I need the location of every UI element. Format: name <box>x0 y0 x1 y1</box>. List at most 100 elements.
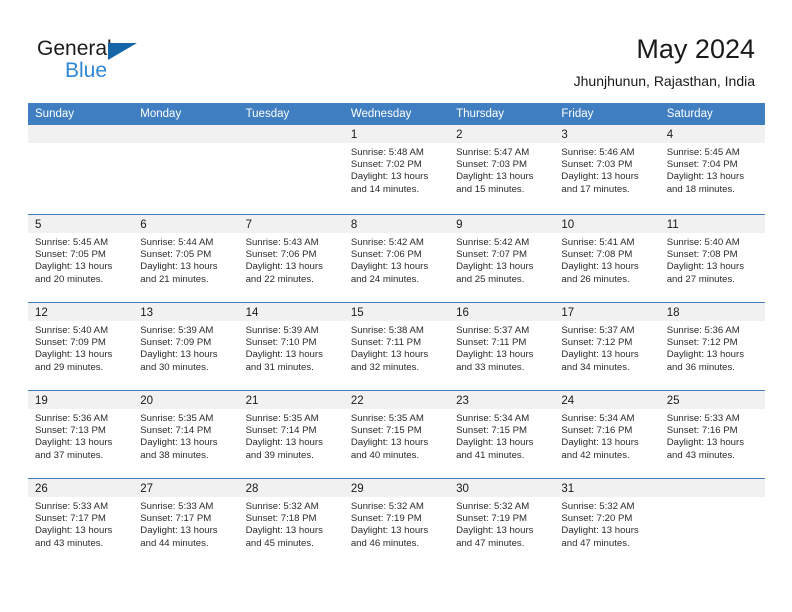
day-number: 4 <box>666 129 674 141</box>
day-sun-info: Sunrise: 5:33 AM Sunset: 7:17 PM Daylight:… <box>28 497 133 550</box>
calendar-day-cell[interactable]: 9 Sunrise: 5:42 AM Sunset: 7:07 PM Daylight… <box>449 215 555 302</box>
day-number: 9 <box>456 219 463 231</box>
sunset-text: Sunset: 7:03 PM <box>456 159 528 171</box>
sunrise-text: Sunrise: 5:39 AM <box>245 325 319 336</box>
sunset-text: Sunset: 7:19 PM <box>456 513 528 525</box>
calendar-day-cell[interactable]: 27 Sunrise: 5:33 AM Sunset: 7:17 PM Dayligh… <box>133 479 239 566</box>
day-sun-info: Sunrise: 5:32 AM Sunset: 7:19 PM Daylight:… <box>449 497 554 550</box>
daylight-text-line2: and 45 minutes. <box>245 537 314 549</box>
day-number: 12 <box>35 307 48 319</box>
page-subtitle: Jhunjhunun, Rajasthan, India <box>573 73 755 89</box>
day-sun-info: Sunrise: 5:48 AM Sunset: 7:02 PM Daylight:… <box>344 143 449 196</box>
calendar-day-cell[interactable]: 17 Sunrise: 5:37 AM Sunset: 7:12 PM Dayligh… <box>554 303 660 390</box>
sunrise-text: Sunrise: 5:35 AM <box>245 413 319 424</box>
calendar-day-cell-empty <box>659 479 765 566</box>
sunrise-text: Sunrise: 5:42 AM <box>350 237 424 248</box>
day-number-band: 2 <box>449 125 555 143</box>
calendar-day-cell[interactable]: 21 Sunrise: 5:35 AM Sunset: 7:14 PM Dayligh… <box>238 391 344 478</box>
day-sun-info: Sunrise: 5:40 AM Sunset: 7:08 PM Daylight:… <box>660 233 765 286</box>
sunrise-text: Sunrise: 5:32 AM <box>456 501 530 512</box>
calendar-day-cell[interactable]: 7 Sunrise: 5:43 AM Sunset: 7:06 PM Daylight… <box>238 215 344 302</box>
sunset-text: Sunset: 7:16 PM <box>666 425 738 437</box>
sunrise-text: Sunrise: 5:34 AM <box>561 413 635 424</box>
day-number-band: 21 <box>238 391 344 409</box>
sunset-text: Sunset: 7:09 PM <box>35 337 106 349</box>
calendar-day-cell[interactable]: 8 Sunrise: 5:42 AM Sunset: 7:06 PM Daylight… <box>343 215 450 302</box>
calendar-weeks: 1 Sunrise: 5:48 AM Sunset: 7:02 PM Daylight… <box>28 125 765 566</box>
daylight-text-line2: and 43 minutes. <box>666 449 735 461</box>
day-number: 22 <box>350 395 364 407</box>
sunset-text: Sunset: 7:03 PM <box>561 159 633 171</box>
calendar-day-cell[interactable]: 2 Sunrise: 5:47 AM Sunset: 7:03 PM Daylight… <box>449 125 555 214</box>
calendar-day-cell[interactable]: 19 Sunrise: 5:36 AM Sunset: 7:13 PM Dayligh… <box>28 391 134 478</box>
calendar-day-cell[interactable]: 12 Sunrise: 5:40 AM Sunset: 7:09 PM Dayligh… <box>28 303 134 390</box>
day-sun-info: Sunrise: 5:33 AM Sunset: 7:16 PM Daylight:… <box>660 409 765 462</box>
weekday-header-thursday: Thursday <box>456 108 505 120</box>
day-sun-info: Sunrise: 5:32 AM Sunset: 7:18 PM Daylight:… <box>239 497 344 550</box>
weekday-header-row: Sunday Monday Tuesday Wednesday Thursday… <box>28 103 765 125</box>
calendar-week-row: 26 Sunrise: 5:33 AM Sunset: 7:17 PM Dayligh… <box>28 478 765 566</box>
sunrise-text: Sunrise: 5:33 AM <box>140 501 214 512</box>
day-number-band: 8 <box>343 215 450 233</box>
calendar-day-cell[interactable]: 30 Sunrise: 5:32 AM Sunset: 7:19 PM Dayligh… <box>449 479 555 566</box>
calendar-day-cell[interactable]: 4 Sunrise: 5:45 AM Sunset: 7:04 PM Daylight… <box>659 125 765 214</box>
calendar-day-cell[interactable]: 13 Sunrise: 5:39 AM Sunset: 7:09 PM Dayligh… <box>133 303 239 390</box>
daylight-text-line1: Daylight: 13 hours <box>666 171 745 183</box>
calendar-day-cell[interactable]: 29 Sunrise: 5:32 AM Sunset: 7:19 PM Dayligh… <box>343 479 450 566</box>
calendar-day-cell[interactable]: 1 Sunrise: 5:48 AM Sunset: 7:02 PM Daylight… <box>343 125 450 214</box>
day-number-band <box>238 125 344 143</box>
daylight-text-line2: and 40 minutes. <box>350 449 420 461</box>
calendar-day-cell[interactable]: 25 Sunrise: 5:33 AM Sunset: 7:16 PM Dayligh… <box>659 391 765 478</box>
calendar-day-cell[interactable]: 20 Sunrise: 5:35 AM Sunset: 7:14 PM Dayligh… <box>133 391 239 478</box>
daylight-text-line2: and 26 minutes. <box>561 273 630 285</box>
daylight-text-line2: and 25 minutes. <box>456 273 525 285</box>
weekday-header-friday: Friday <box>561 108 594 120</box>
daylight-text-line2: and 34 minutes. <box>561 361 630 373</box>
weekday-header-wednesday: Wednesday <box>350 108 412 120</box>
day-number: 27 <box>140 483 154 495</box>
sunset-text: Sunset: 7:12 PM <box>666 337 738 349</box>
calendar-day-cell[interactable]: 3 Sunrise: 5:46 AM Sunset: 7:03 PM Daylight… <box>554 125 660 214</box>
calendar-day-cell[interactable]: 26 Sunrise: 5:33 AM Sunset: 7:17 PM Dayligh… <box>28 479 134 566</box>
daylight-text-line2: and 21 minutes. <box>140 273 209 285</box>
day-sun-info: Sunrise: 5:34 AM Sunset: 7:16 PM Daylight:… <box>554 409 659 462</box>
sunset-text: Sunset: 7:19 PM <box>350 513 422 525</box>
calendar-day-cell[interactable]: 6 Sunrise: 5:44 AM Sunset: 7:05 PM Daylight… <box>133 215 239 302</box>
calendar-day-cell[interactable]: 28 Sunrise: 5:32 AM Sunset: 7:18 PM Dayligh… <box>238 479 344 566</box>
day-number: 2 <box>456 129 463 141</box>
calendar-day-cell[interactable]: 16 Sunrise: 5:37 AM Sunset: 7:11 PM Dayligh… <box>449 303 555 390</box>
sunrise-text: Sunrise: 5:36 AM <box>666 325 740 336</box>
calendar-day-cell[interactable]: 24 Sunrise: 5:34 AM Sunset: 7:16 PM Dayligh… <box>554 391 660 478</box>
calendar-day-cell[interactable]: 18 Sunrise: 5:36 AM Sunset: 7:12 PM Dayligh… <box>659 303 765 390</box>
sunrise-text: Sunrise: 5:40 AM <box>35 325 109 336</box>
daylight-text-line2: and 27 minutes. <box>666 273 735 285</box>
daylight-text-line1: Daylight: 13 hours <box>350 171 429 183</box>
calendar-day-cell[interactable]: 10 Sunrise: 5:41 AM Sunset: 7:08 PM Dayligh… <box>554 215 660 302</box>
calendar-day-cell[interactable]: 14 Sunrise: 5:39 AM Sunset: 7:10 PM Dayligh… <box>238 303 344 390</box>
calendar-day-cell[interactable]: 5 Sunrise: 5:45 AM Sunset: 7:05 PM Daylight… <box>28 215 134 302</box>
daylight-text-line1: Daylight: 13 hours <box>35 349 113 361</box>
calendar-day-cell-empty <box>133 125 239 214</box>
day-number: 26 <box>35 483 48 495</box>
daylight-text-line2: and 31 minutes. <box>245 361 314 373</box>
day-number: 30 <box>456 483 469 495</box>
day-sun-info: Sunrise: 5:37 AM Sunset: 7:12 PM Daylight:… <box>554 321 659 374</box>
logo-text-general: General <box>37 37 112 60</box>
general-blue-logo[interactable]: General Blue <box>37 37 152 83</box>
daylight-text-line2: and 15 minutes. <box>456 183 525 195</box>
daylight-text-line2: and 47 minutes. <box>456 537 525 549</box>
sunset-text: Sunset: 7:15 PM <box>456 425 528 437</box>
day-sun-info: Sunrise: 5:40 AM Sunset: 7:09 PM Daylight:… <box>28 321 133 374</box>
sunset-text: Sunset: 7:17 PM <box>35 513 106 525</box>
sunrise-text: Sunrise: 5:32 AM <box>561 501 635 512</box>
calendar-day-cell[interactable]: 15 Sunrise: 5:38 AM Sunset: 7:11 PM Dayligh… <box>343 303 450 390</box>
day-sun-info: Sunrise: 5:34 AM Sunset: 7:15 PM Daylight:… <box>449 409 554 462</box>
calendar-day-cell[interactable]: 23 Sunrise: 5:34 AM Sunset: 7:15 PM Dayligh… <box>449 391 555 478</box>
day-number: 13 <box>140 307 154 319</box>
sunset-text: Sunset: 7:07 PM <box>456 249 528 261</box>
calendar-week-row: 5 Sunrise: 5:45 AM Sunset: 7:05 PM Daylight… <box>28 214 765 302</box>
calendar-day-cell[interactable]: 22 Sunrise: 5:35 AM Sunset: 7:15 PM Dayligh… <box>343 391 450 478</box>
day-sun-info: Sunrise: 5:35 AM Sunset: 7:15 PM Daylight:… <box>344 409 449 462</box>
calendar-day-cell[interactable]: 31 Sunrise: 5:32 AM Sunset: 7:20 PM Dayligh… <box>554 479 660 566</box>
calendar-day-cell[interactable]: 11 Sunrise: 5:40 AM Sunset: 7:08 PM Dayligh… <box>659 215 765 302</box>
